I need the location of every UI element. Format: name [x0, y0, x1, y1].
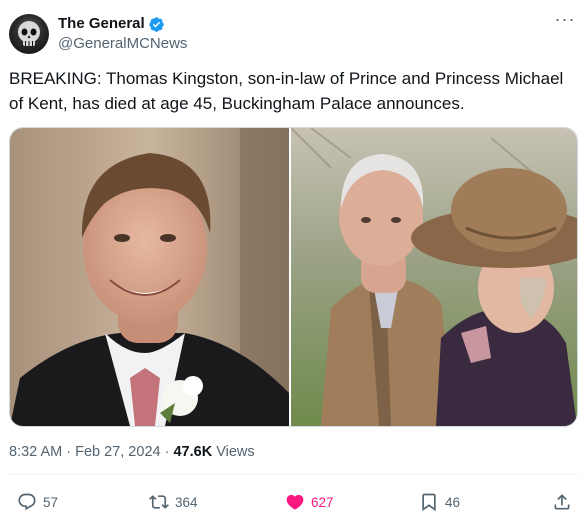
author-handle[interactable]: @GeneralMCNews — [58, 34, 187, 54]
bookmark-icon — [422, 493, 436, 512]
meta-separator-2: · — [164, 444, 170, 460]
heart-filled-icon — [286, 494, 304, 510]
repost-count: 364 — [175, 494, 198, 510]
views-count: 47.6K — [173, 444, 213, 460]
author-avatar[interactable] — [9, 14, 49, 54]
verified-badge-icon — [148, 16, 164, 32]
views-label: Views — [216, 444, 255, 460]
bookmark-count: 46 — [445, 494, 461, 510]
share-icon — [554, 494, 570, 510]
author-display-name[interactable]: The General — [58, 14, 145, 34]
tweet-meta: 8:32 AM · Feb 27, 2024 · 47.6K Views — [9, 442, 255, 462]
tweet-header: The General @GeneralMCNews ··· — [9, 10, 576, 56]
photo-right-image — [291, 128, 577, 426]
photo-man-smiling[interactable] — [10, 128, 289, 426]
like-count: 627 — [311, 494, 334, 510]
share-button[interactable] — [552, 488, 578, 516]
bookmark-button[interactable]: 46 — [419, 488, 460, 516]
reply-count: 57 — [43, 494, 59, 510]
skull-icon — [18, 21, 40, 46]
reply-icon — [18, 493, 36, 511]
repost-button[interactable]: 364 — [149, 488, 198, 516]
tweet-media[interactable] — [9, 127, 578, 427]
repost-icon — [149, 495, 169, 509]
photo-couple-walking[interactable] — [291, 128, 577, 426]
like-button[interactable]: 627 — [285, 488, 334, 516]
tweet-text: BREAKING: Thomas Kingston, son-in-law of… — [9, 69, 564, 113]
tweet-time[interactable]: 8:32 AM — [9, 444, 62, 460]
more-options-icon[interactable]: ··· — [554, 10, 576, 32]
author-name-block: The General @GeneralMCNews — [58, 14, 187, 54]
action-bar: 57 364 627 46 — [9, 488, 576, 516]
reply-button[interactable]: 57 — [17, 488, 58, 516]
meta-separator: · — [66, 444, 72, 460]
photo-left-image — [10, 128, 289, 426]
divider — [9, 474, 579, 475]
tweet-date[interactable]: Feb 27, 2024 — [75, 444, 160, 460]
